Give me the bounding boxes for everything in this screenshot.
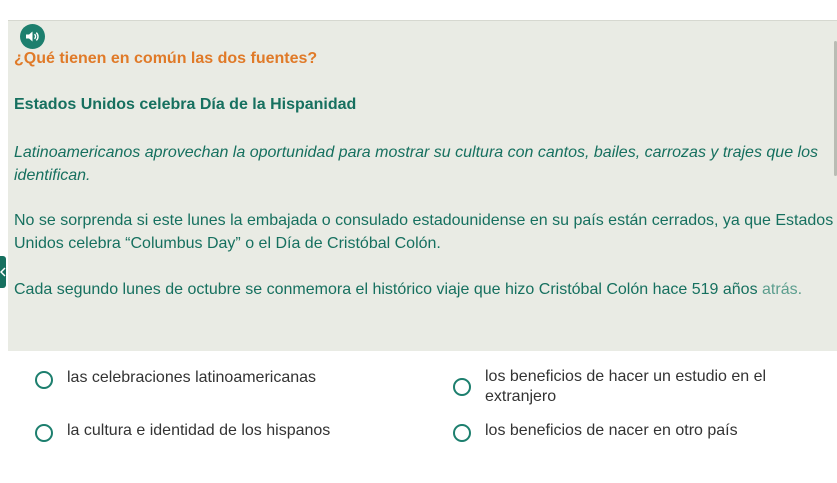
- article-paragraph-3-continuation: atrás.: [762, 281, 803, 298]
- question-text: ¿Qué tienen en común las dos fuentes?: [14, 50, 318, 67]
- answer-option-label: los beneficios de hacer un estudio en el…: [485, 368, 767, 405]
- source-panel: ¿Qué tienen en común las dos fuentes? Es…: [8, 20, 837, 351]
- answer-option-1[interactable]: las celebraciones latinoamericanas: [35, 368, 316, 389]
- article-paragraph-3-text: Cada segundo lunes de octubre se conmemo…: [14, 281, 758, 298]
- answer-option-label: los beneficios de nacer en otro país: [485, 422, 738, 439]
- answer-option-3[interactable]: la cultura e identidad de los hispanos: [35, 421, 330, 442]
- answer-option-2[interactable]: los beneficios de hacer un estudio en el…: [453, 367, 813, 407]
- collapse-tab[interactable]: [0, 256, 6, 288]
- chevron-left-icon: [0, 267, 6, 277]
- article-title: Estados Unidos celebra Día de la Hispani…: [14, 96, 357, 113]
- radio-button[interactable]: [35, 424, 53, 442]
- speaker-icon: [26, 31, 39, 42]
- answer-option-label: las celebraciones latinoamericanas: [67, 369, 317, 386]
- answer-option-label: la cultura e identidad de los hispanos: [67, 422, 331, 439]
- article-paragraph-3: Cada segundo lunes de octubre se conmemo…: [14, 278, 834, 301]
- radio-button[interactable]: [453, 424, 471, 442]
- radio-button[interactable]: [453, 378, 471, 396]
- article-paragraph-1: Latinoamericanos aprovechan la oportunid…: [14, 144, 818, 184]
- article-paragraph-2: No se sorprenda si este lunes la embajad…: [14, 212, 834, 252]
- audio-button[interactable]: [20, 24, 45, 49]
- radio-button[interactable]: [35, 371, 53, 389]
- answer-option-4[interactable]: los beneficios de nacer en otro país: [453, 421, 738, 442]
